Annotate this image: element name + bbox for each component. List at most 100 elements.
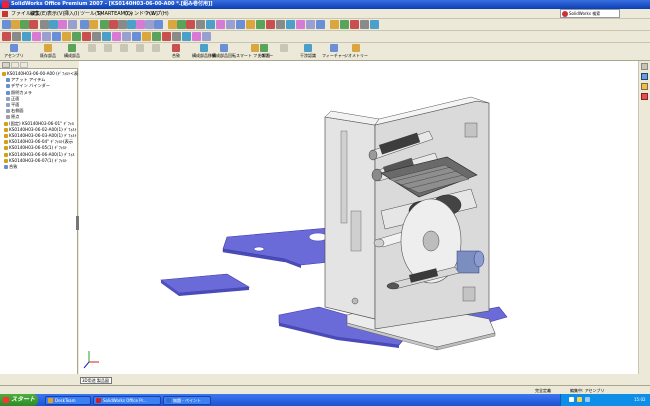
help-icon[interactable] [89,20,98,29]
tree-item[interactable]: 正面 [0,96,78,102]
zoom-fit-icon[interactable] [100,20,109,29]
color-icon[interactable] [256,20,265,29]
tree-item[interactable]: KS0140H03-06-00-A00 (ﾃﾞﾌｫﾙﾄ<表示 [0,71,78,77]
cmd-insert-component-button[interactable]: 既存部品 [40,44,56,60]
tree-item[interactable]: KS0140H03-06-05(1) ﾃﾞﾌｫﾙﾄ [0,145,78,151]
cmd-disabled-button[interactable] [104,44,112,60]
cmd-feature-button[interactable]: フィーチャー [322,44,346,60]
cmd-disabled-button[interactable] [136,44,144,60]
tab-feature-manager[interactable] [2,62,10,68]
sketch-icon[interactable] [2,32,11,41]
cmd-rotate-component-button[interactable]: 構成部品回転 [212,44,236,60]
menu-edit[interactable]: 編集(E) [30,9,47,19]
appearance-icon[interactable] [266,20,275,29]
cmd-disabled-button[interactable] [152,44,160,60]
mirror-icon[interactable] [122,32,131,41]
solidworks-search-box[interactable]: SolidWorks 検索 [560,9,620,18]
tree-item[interactable]: KS0140H03-06-02-A00(1) ﾃﾞﾌｫﾙﾄ [0,127,78,133]
light-icon[interactable] [296,20,305,29]
shadows-icon[interactable] [206,20,215,29]
right-icon[interactable] [350,20,359,29]
convert-icon[interactable] [162,32,171,41]
select-icon[interactable] [58,20,67,29]
task-pane-folder-icon[interactable] [641,83,648,90]
tray-network-icon[interactable] [569,397,574,402]
tab-configuration-manager[interactable] [20,62,28,68]
top-icon[interactable] [340,20,349,29]
task-pane-strip[interactable] [638,61,650,374]
coordinate-icon[interactable] [202,32,211,41]
tree-item[interactable]: 照明カメラ [0,90,78,96]
shaded-icon[interactable] [168,20,177,29]
pattern-icon[interactable] [132,32,141,41]
rectangle-icon[interactable] [32,32,41,41]
view-orientation-icon[interactable] [145,20,154,29]
arc-icon[interactable] [52,32,61,41]
trim-icon[interactable] [92,32,101,41]
start-button[interactable]: スタート [0,394,38,406]
cmd-new-part-button[interactable]: 構成部品 [64,44,80,60]
tab-property-manager[interactable] [11,62,19,68]
point-icon[interactable] [72,32,81,41]
cmd-disabled-button[interactable] [120,44,128,60]
print-icon[interactable] [29,20,38,29]
options-icon[interactable] [80,20,89,29]
tree-item[interactable]: (固定) KS0140H03-06-01" ﾃﾞﾌｫﾙ [0,121,78,127]
sketch-fillet-icon[interactable] [152,32,161,41]
tree-item[interactable]: 平面 [0,102,78,108]
zoom-area-icon[interactable] [109,20,118,29]
cmd-assembly-button[interactable]: アセンブリ [4,44,24,60]
menu-help[interactable]: ヘルプ(H) [146,9,169,19]
document-icon[interactable] [2,11,8,17]
tree-item[interactable]: デザイン バインダー [0,83,78,89]
extend-icon[interactable] [102,32,111,41]
rotate-icon[interactable] [127,20,136,29]
undo-icon[interactable] [40,20,49,29]
tree-item[interactable]: KS0140H03-06-03-A00(1) ﾃﾞﾌｫﾙﾄ [0,133,78,139]
menu-insert[interactable]: 挿入(I) [64,9,79,19]
iso-icon[interactable] [360,20,369,29]
graphics-viewport[interactable] [79,61,638,374]
spline-icon[interactable] [62,32,71,41]
perspective-icon[interactable] [196,20,205,29]
model-tab[interactable]: 3D用途 製品図 [80,377,112,384]
wireframe-icon[interactable] [186,20,195,29]
section-icon[interactable] [154,20,163,29]
hidden-lines-icon[interactable] [177,20,186,29]
task-pane-library-icon[interactable] [641,73,648,80]
camera-icon[interactable] [286,20,295,29]
normal-icon[interactable] [370,20,379,29]
tree-item[interactable]: 合致 [0,164,78,170]
menu-view[interactable]: 表示(V) [47,9,64,19]
cmd-disabled-button[interactable] [88,44,96,60]
rebuild-icon[interactable] [68,20,77,29]
standard-view-icon[interactable] [316,20,325,29]
tray-security-icon[interactable] [577,397,582,402]
tree-item[interactable]: 右側面 [0,108,78,114]
model-view-svg[interactable] [79,61,638,374]
axis-icon[interactable] [192,32,201,41]
realview-icon[interactable] [216,20,225,29]
front-icon[interactable] [330,20,339,29]
open-icon[interactable] [11,20,20,29]
cmd-mate-button[interactable]: 合致 [172,44,180,60]
tree-item[interactable]: アナット アイテム [0,77,78,83]
circle-icon[interactable] [42,32,51,41]
show-icon[interactable] [236,20,245,29]
tray-volume-icon[interactable] [585,397,590,402]
redo-icon[interactable] [49,20,58,29]
tree-item[interactable]: 原点 [0,114,78,120]
task-pane-home-icon[interactable] [641,63,648,70]
hide-icon[interactable] [226,20,235,29]
cmd-geometry-button[interactable]: ジオメトリー [344,44,368,60]
new-icon[interactable] [2,20,11,29]
line-icon[interactable] [22,32,31,41]
taskbar-task-deskteam[interactable]: DeskTeam [45,396,91,405]
text-icon[interactable] [172,32,181,41]
offset-icon[interactable] [112,32,121,41]
relations-icon[interactable] [142,32,151,41]
smart-dimension-icon[interactable] [12,32,21,41]
cmd-disabled-button[interactable] [280,44,288,60]
cmd-exploded-view-button[interactable]: 分解図 [258,44,270,60]
plane-icon[interactable] [182,32,191,41]
